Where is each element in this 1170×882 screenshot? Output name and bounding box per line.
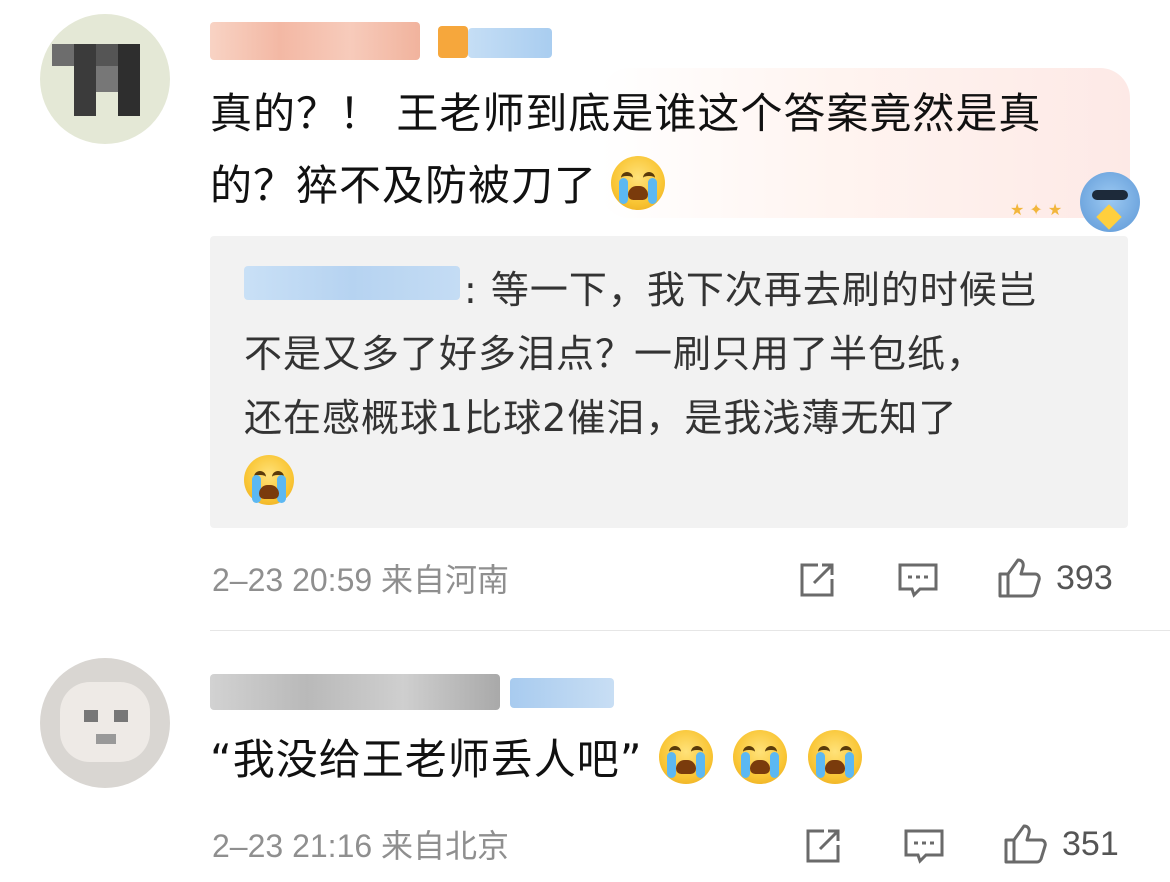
crying-face-icon xyxy=(658,730,713,784)
like-button[interactable]: 393 xyxy=(996,556,1113,600)
like-button[interactable]: 351 xyxy=(1002,822,1119,866)
like-count: 393 xyxy=(1056,558,1113,597)
username-blurred[interactable] xyxy=(210,670,630,714)
thumbs-up-icon xyxy=(998,558,1041,598)
share-icon xyxy=(800,563,834,597)
comment-icon xyxy=(904,829,944,864)
badge-blurred xyxy=(510,678,614,708)
reply-box[interactable]: : 等一下，我下次再去刷的时候岂 不是又多了好多泪点？一刷只用了半包纸， 还在感… xyxy=(210,236,1128,528)
share-button[interactable] xyxy=(796,558,838,602)
comment-button[interactable] xyxy=(902,824,946,868)
reply-text: : 等一下，我下次再去刷的时候岂 不是又多了好多泪点？一刷只用了半包纸， 还在感… xyxy=(244,258,1104,514)
comment-meta: 2–23 20:59 来自河南 xyxy=(212,562,510,598)
crying-face-icon xyxy=(807,730,862,784)
avatar[interactable] xyxy=(40,14,170,144)
comment-line-1: 真的？！ 王老师到底是谁这个答案竟然是真 xyxy=(210,89,1042,138)
share-button[interactable] xyxy=(802,824,844,868)
comment-2: “我没给王老师丢人吧” 2–23 21:16 来自北京 351 xyxy=(0,630,1170,882)
crying-face-icon xyxy=(733,730,788,784)
loudly-crying-face-icon xyxy=(244,455,294,505)
username-blurred[interactable] xyxy=(210,20,552,64)
comment-line-2: 的？猝不及防被刀了 xyxy=(210,150,1110,222)
reply-line-3: 还在感概球1比球2催泪，是我浅薄无知了 xyxy=(244,396,958,440)
reply-line-4 xyxy=(244,450,1104,514)
thumbs-up-icon xyxy=(1004,824,1047,864)
comment-text: “我没给王老师丢人吧” xyxy=(210,724,1110,796)
crying-face-icon xyxy=(611,156,666,210)
reply-line-1: : 等一下，我下次再去刷的时候岂 xyxy=(464,268,1037,312)
badge-blurred xyxy=(438,26,468,58)
comment-1: ★ ✦ ★ 真的？！ 王老师到底是谁这个答案竟然是真 的？猝不及防被刀了 : 等… xyxy=(0,0,1170,630)
comment-icon xyxy=(898,563,938,598)
share-icon xyxy=(806,829,840,863)
like-count: 351 xyxy=(1062,824,1119,863)
avatar[interactable] xyxy=(40,658,170,788)
reply-line-2: 不是又多了好多泪点？一刷只用了半包纸， xyxy=(244,332,986,376)
comment-button[interactable] xyxy=(896,558,940,602)
comment-text: 真的？！ 王老师到底是谁这个答案竟然是真 的？猝不及防被刀了 xyxy=(210,78,1110,222)
comment-meta: 2–23 21:16 来自北京 xyxy=(212,828,510,864)
